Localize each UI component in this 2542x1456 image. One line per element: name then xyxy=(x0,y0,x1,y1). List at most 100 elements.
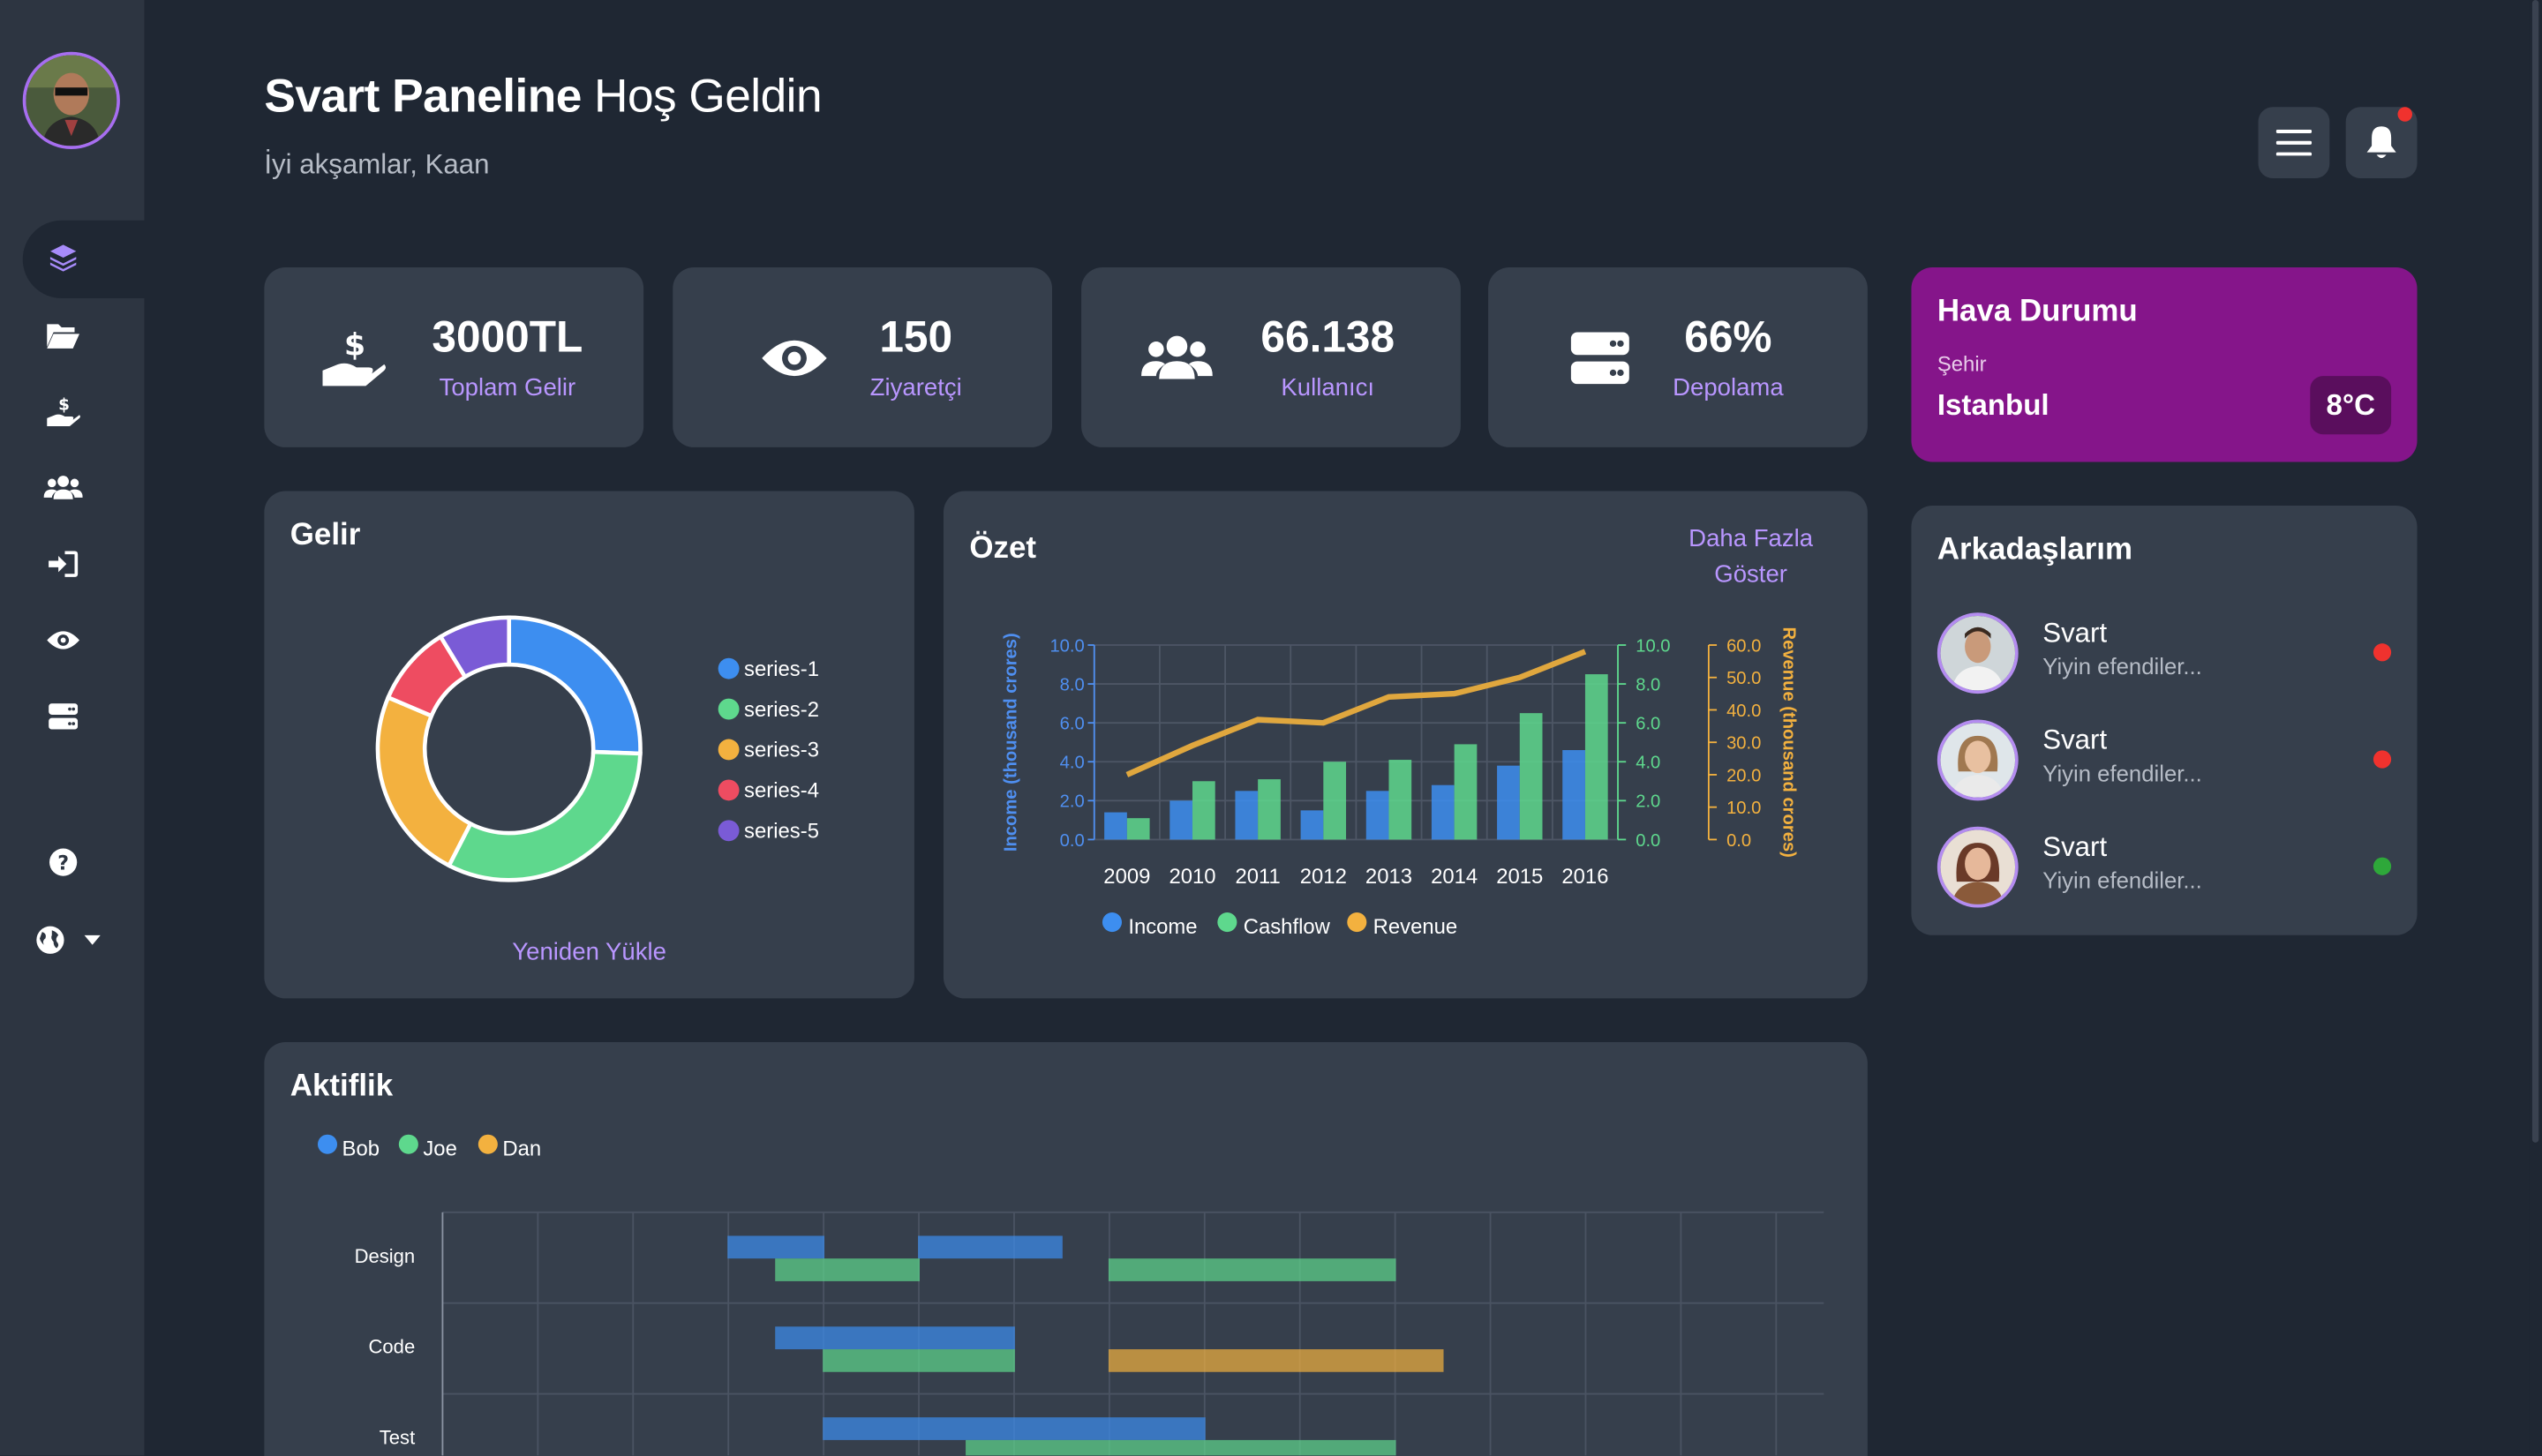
y-tick-label: 50.0 xyxy=(1726,669,1761,688)
donut-slice xyxy=(446,749,643,882)
timeline-bar xyxy=(1108,1258,1396,1281)
legend-label: Income xyxy=(1128,915,1197,939)
notification-badge xyxy=(2397,107,2413,122)
stat-label: Ziyaretçi xyxy=(869,374,962,402)
reload-link[interactable]: Yeniden Yükle xyxy=(264,938,914,965)
y-tick-label: 0.0 xyxy=(1636,831,1660,851)
status-dot xyxy=(2373,857,2392,875)
x-tick-label: 2015 xyxy=(1496,865,1543,889)
income-bar xyxy=(1235,791,1259,840)
sign-in-icon xyxy=(49,551,79,577)
legend-label: series-1 xyxy=(744,656,819,681)
y-axis-title-income: Income (thousand crores) xyxy=(1002,633,1021,852)
folder-open-icon xyxy=(47,324,79,349)
users-icon xyxy=(1139,323,1214,394)
y-tick-label: 0.0 xyxy=(1060,831,1085,851)
friends-card: Arkadaşlarım Svart Yiyin efendiler... Sv… xyxy=(1911,506,2418,935)
income-bar xyxy=(1431,784,1455,840)
stat-card-users: 66.138 Kullanıcı xyxy=(1081,267,1461,447)
income-bar xyxy=(1365,791,1389,840)
friend-name: Svart xyxy=(2042,617,2108,649)
bell-icon xyxy=(2366,126,2396,159)
timeline-bar xyxy=(823,1349,1015,1372)
caret-down-icon xyxy=(84,934,101,945)
scrollbar-thumb[interactable] xyxy=(2531,0,2539,1143)
y-tick-label: 4.0 xyxy=(1060,754,1085,773)
sidebar-item-folder[interactable] xyxy=(44,316,83,355)
income-bar xyxy=(1104,812,1127,840)
timeline-bar xyxy=(918,1235,1063,1259)
mixed-chart: 2009 2010 2011 2012 2013 2014 2015 2016 0.0 2.0 4.… xyxy=(1002,627,1799,939)
weather-city-label: Şehir xyxy=(1937,351,1987,377)
sidebar-item-login[interactable] xyxy=(44,544,83,583)
sidebar-item-visitors[interactable] xyxy=(44,620,83,659)
y-tick-label: 2.0 xyxy=(1636,792,1660,812)
sidebar-item-storage[interactable] xyxy=(44,697,83,736)
legend-label: Bob xyxy=(342,1137,380,1161)
legend-item[interactable]: series-2 xyxy=(718,696,819,722)
cashflow-bar xyxy=(1258,779,1281,840)
friend-item[interactable]: Svart Yiyin efendiler... xyxy=(1937,719,2392,804)
menu-button[interactable] xyxy=(2258,107,2330,179)
gelir-card: Gelir series-1 series-2 series-3 series-4 se… xyxy=(264,491,914,999)
x-tick-label: 2010 xyxy=(1169,865,1215,889)
legend-label: Cashflow xyxy=(1244,915,1331,939)
legend-label: series-2 xyxy=(744,696,819,722)
user-avatar[interactable] xyxy=(22,51,120,149)
page-scrollbar[interactable] xyxy=(2529,0,2542,1456)
stat-card-storage: 66% Depolama xyxy=(1488,267,1868,447)
greeting: İyi akşamlar, Kaan xyxy=(264,148,490,180)
x-tick-label: 2013 xyxy=(1365,865,1412,889)
status-dot xyxy=(2373,643,2392,662)
x-tick-label: 2012 xyxy=(1300,865,1347,889)
language-selector[interactable] xyxy=(33,920,104,959)
hamburger-icon xyxy=(2275,129,2313,156)
timeline-bar xyxy=(966,1439,1396,1456)
legend-swatch xyxy=(478,1134,498,1154)
status-dot xyxy=(2373,750,2392,769)
cashflow-bar xyxy=(1388,760,1412,840)
cashflow-bar xyxy=(1323,762,1347,840)
cashflow-bar xyxy=(1192,781,1215,840)
users-icon xyxy=(43,476,83,499)
category-label: Code xyxy=(369,1336,416,1358)
income-bar xyxy=(1300,810,1324,840)
page-title-rest: Hoş Geldin xyxy=(594,71,823,124)
stat-card-visitors: 150 Ziyaretçi xyxy=(673,267,1053,447)
y-tick-label: 8.0 xyxy=(1060,675,1085,694)
friend-item[interactable]: Svart Yiyin efendiler... xyxy=(1937,612,2392,697)
y-tick-label: 10.0 xyxy=(1049,636,1084,656)
legend-item[interactable]: series-4 xyxy=(718,778,819,802)
y-tick-label: 6.0 xyxy=(1060,715,1085,734)
aktiflik-card: Aktiflik Design Code Test Bob Joe Dan xyxy=(264,1041,1868,1456)
weather-card: Hava Durumu Şehir Istanbul 8°C xyxy=(1911,267,2418,462)
friends-title: Arkadaşlarım xyxy=(1937,533,2133,567)
legend-item[interactable]: series-3 xyxy=(718,738,819,762)
legend-swatch xyxy=(718,820,740,842)
y-tick-label: 30.0 xyxy=(1726,734,1761,754)
sidebar-item-help[interactable]: ? xyxy=(44,843,83,882)
legend-swatch xyxy=(1217,912,1237,933)
y-tick-label: 4.0 xyxy=(1636,754,1660,773)
legend-swatch xyxy=(718,739,740,761)
legend-item[interactable]: series-5 xyxy=(718,819,819,843)
y-tick-label: 2.0 xyxy=(1060,792,1085,812)
sidebar-item-users[interactable] xyxy=(43,469,83,507)
server-icon xyxy=(1563,323,1637,394)
question-circle-icon: ? xyxy=(49,848,78,876)
timeline-bar xyxy=(727,1235,825,1259)
sidebar-item-layers[interactable] xyxy=(44,238,83,277)
notifications-button[interactable] xyxy=(2345,107,2418,179)
friend-item[interactable]: Svart Yiyin efendiler... xyxy=(1937,826,2392,912)
sidebar-item-income[interactable]: $ xyxy=(44,392,83,431)
income-bar xyxy=(1497,765,1520,840)
sidebar: $ ? xyxy=(0,0,145,1456)
friend-avatar xyxy=(1937,719,2019,801)
page-title-bold: Svart Paneline xyxy=(264,71,582,124)
timeline-bar xyxy=(775,1258,920,1281)
friend-message: Yiyin efendiler... xyxy=(2042,760,2202,786)
cashflow-bar xyxy=(1454,744,1478,840)
legend-item[interactable]: series-1 xyxy=(718,656,819,681)
legend-swatch xyxy=(398,1134,418,1154)
stat-value: 66.138 xyxy=(1260,312,1395,362)
